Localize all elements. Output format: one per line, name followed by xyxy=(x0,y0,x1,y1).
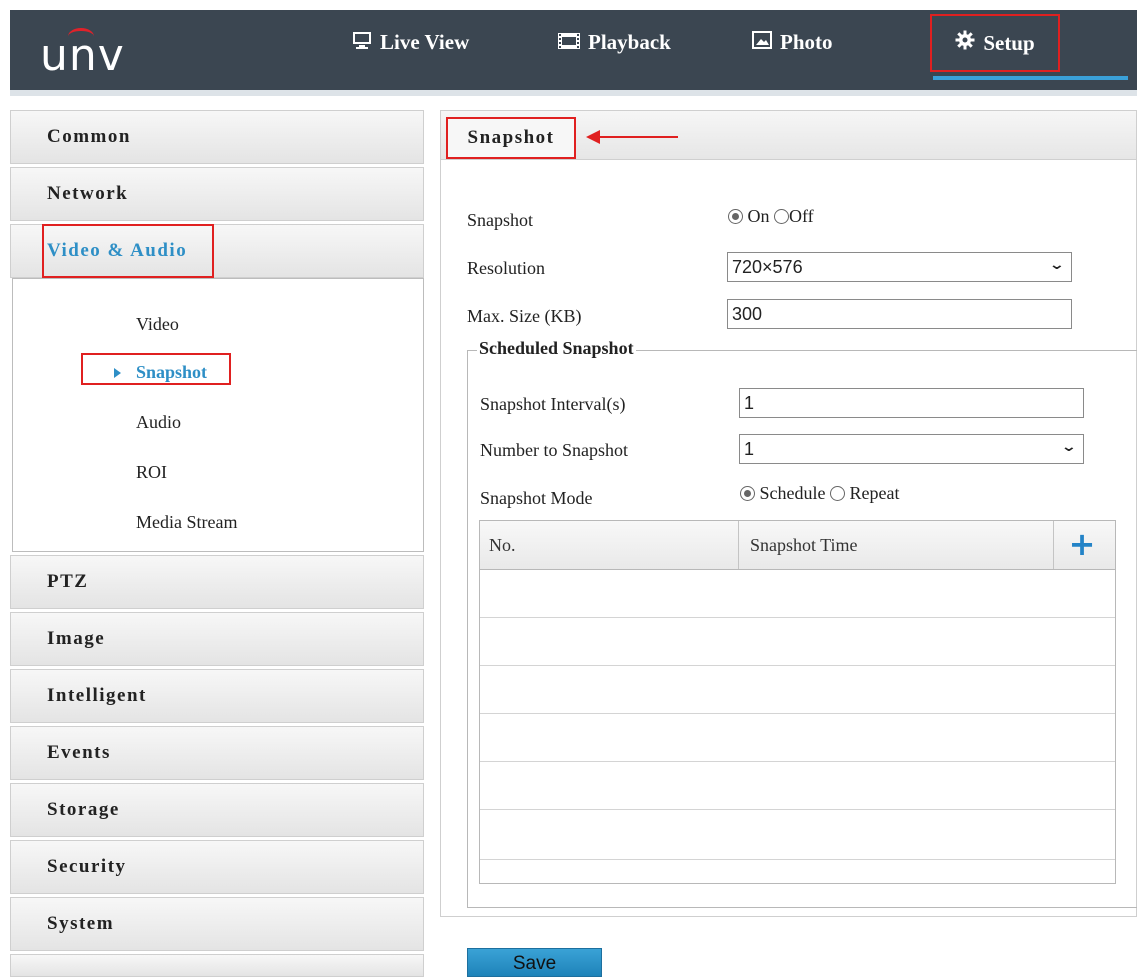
sidebar-subitem-video[interactable]: Video xyxy=(136,314,179,335)
film-icon xyxy=(558,30,580,55)
snapshot-off-radio[interactable] xyxy=(774,209,789,224)
nav-playback[interactable]: Playback xyxy=(558,22,671,62)
table-row xyxy=(480,809,1115,810)
snapshot-on-label: On xyxy=(747,206,770,226)
resolution-select[interactable]: 720×576 ⌄ xyxy=(727,252,1072,282)
add-icon[interactable]: + xyxy=(1062,525,1102,565)
mode-schedule-label: Schedule xyxy=(759,483,826,503)
sidebar-item-network[interactable]: Network xyxy=(10,167,424,221)
sidebar-item-image[interactable]: Image xyxy=(10,612,424,666)
col-no-header: No. xyxy=(489,535,516,555)
sidebar-subitem-audio[interactable]: Audio xyxy=(136,412,181,433)
table-row xyxy=(480,617,1115,618)
sidebar-subitem-media-stream[interactable]: Media Stream xyxy=(136,512,237,533)
nav-live-view[interactable]: Live View xyxy=(352,22,469,62)
col-time-header: Snapshot Time xyxy=(750,535,858,555)
submenu-video-audio: Video Snapshot Audio ROI Media Stream xyxy=(12,278,424,552)
save-button[interactable]: Save xyxy=(467,948,602,977)
sidebar-item-video-audio[interactable]: Video & Audio xyxy=(10,224,424,278)
monitor-icon xyxy=(352,30,372,55)
unv-logo: unv xyxy=(40,22,160,81)
snapshot-time-table: No. Snapshot Time + xyxy=(479,520,1116,884)
chevron-down-icon: ⌄ xyxy=(1048,257,1066,273)
scheduled-snapshot-legend: Scheduled Snapshot xyxy=(477,338,636,359)
nav-photo[interactable]: Photo xyxy=(752,22,833,62)
snapshot-on-radio[interactable] xyxy=(728,209,743,224)
table-header: No. Snapshot Time + xyxy=(480,521,1115,570)
snapshot-off-label: Off xyxy=(789,206,814,226)
table-row xyxy=(480,859,1115,860)
sidebar-item-security[interactable]: Security xyxy=(10,840,424,894)
snapshot-toggle: On Off xyxy=(728,206,814,227)
snapshot-label: Snapshot xyxy=(467,210,534,230)
sidebar-item-events[interactable]: Events xyxy=(10,726,424,780)
max-size-input[interactable]: 300 xyxy=(727,299,1072,329)
sidebar-subitem-roi[interactable]: ROI xyxy=(136,462,167,483)
number-value: 1 xyxy=(744,438,755,459)
nav-photo-label: Photo xyxy=(780,29,833,54)
nav-setup-label: Setup xyxy=(983,30,1035,55)
number-select[interactable]: 1 ⌄ xyxy=(739,434,1084,464)
mode-repeat-radio[interactable] xyxy=(829,486,845,501)
sidebar-item-storage[interactable]: Storage xyxy=(10,783,424,837)
mode-repeat-label: Repeat xyxy=(849,483,900,503)
max-size-label: Max. Size (KB) xyxy=(467,306,582,326)
nav-playback-label: Playback xyxy=(588,29,671,54)
sidebar-item-system[interactable]: System xyxy=(10,897,424,951)
active-arrow-icon xyxy=(114,368,121,378)
resolution-value: 720×576 xyxy=(732,256,803,277)
interval-input[interactable]: 1 xyxy=(739,388,1084,418)
header-divider xyxy=(10,90,1137,96)
interval-label: Snapshot Interval(s) xyxy=(480,394,626,414)
annotation-arrow-line xyxy=(598,136,678,138)
resolution-label: Resolution xyxy=(467,258,546,278)
sidebar-item-intelligent[interactable]: Intelligent xyxy=(10,669,424,723)
mode-toggle: Schedule Repeat xyxy=(740,483,899,504)
col-separator xyxy=(738,521,739,569)
table-row xyxy=(480,665,1115,666)
chevron-down-icon: ⌄ xyxy=(1060,439,1078,455)
image-icon xyxy=(752,30,772,55)
nav-live-view-label: Live View xyxy=(380,29,470,54)
nav-setup[interactable]: Setup xyxy=(930,14,1060,72)
logo-text: unv xyxy=(40,30,125,81)
gear-icon xyxy=(955,30,975,56)
table-row xyxy=(480,713,1115,714)
col-separator xyxy=(1053,521,1054,569)
active-tab-underline xyxy=(933,76,1128,80)
sidebar-item-common[interactable]: Common xyxy=(10,110,424,164)
sidebar-item-partial xyxy=(10,954,424,977)
number-label: Number to Snapshot xyxy=(480,440,628,460)
mode-schedule-radio[interactable] xyxy=(740,486,755,501)
mode-label: Snapshot Mode xyxy=(480,488,593,508)
sidebar-subitem-snapshot[interactable]: Snapshot xyxy=(136,362,207,383)
sidebar-item-ptz[interactable]: PTZ xyxy=(10,555,424,609)
table-row xyxy=(480,761,1115,762)
tab-snapshot[interactable]: Snapshot xyxy=(446,117,576,159)
